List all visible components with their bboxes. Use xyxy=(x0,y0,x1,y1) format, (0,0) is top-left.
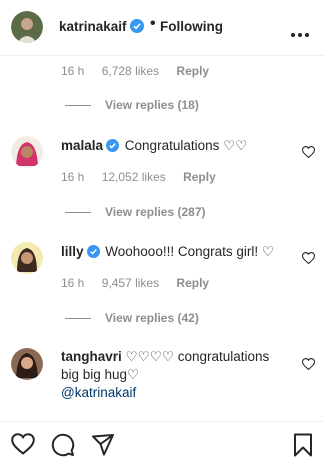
comment-username[interactable]: tanghavri xyxy=(61,349,122,364)
post-header: katrinakaif • Following xyxy=(0,0,324,56)
reply-button[interactable]: Reply xyxy=(176,276,209,290)
divider-line xyxy=(65,105,91,107)
more-options-icon[interactable] xyxy=(290,25,310,43)
comment-username[interactable]: malala xyxy=(61,138,103,153)
heart-outline-icon[interactable] xyxy=(11,433,35,460)
divider-line xyxy=(65,212,91,214)
comment-time: 16 h xyxy=(61,276,85,290)
divider-line xyxy=(65,318,91,320)
mention-link[interactable]: @katrinakaif xyxy=(61,385,136,400)
verified-badge-icon xyxy=(130,19,144,38)
action-bar xyxy=(0,421,324,469)
comment-body: malala Congratulations ♡♡ xyxy=(61,137,286,157)
comment-time: 16 h xyxy=(61,64,85,78)
comment-likes[interactable]: 12,052 likes xyxy=(102,170,166,184)
avatar[interactable] xyxy=(11,136,43,168)
comment-meta: 16 h 12,052 likes Reply xyxy=(61,170,230,184)
header-separator: • xyxy=(150,15,156,32)
verified-badge-icon xyxy=(86,245,100,263)
view-replies-label: View replies (42) xyxy=(105,311,199,325)
avatar[interactable] xyxy=(11,242,43,274)
author-avatar[interactable] xyxy=(11,11,43,43)
heart-outline-icon[interactable] xyxy=(301,357,316,375)
view-replies-button[interactable]: View replies (18) xyxy=(65,98,199,112)
comment-body: tanghavri ♡♡♡♡ congratulations big big h… xyxy=(61,348,286,402)
heart-outline-icon[interactable] xyxy=(301,251,316,269)
comment-body: lilly Woohooo!!! Congrats girl! ♡ xyxy=(61,243,286,263)
comment-meta: 16 h 6,728 likes Reply xyxy=(61,64,223,78)
view-replies-button[interactable]: View replies (287) xyxy=(65,205,206,219)
comment-username[interactable]: lilly xyxy=(61,244,84,259)
reply-button[interactable]: Reply xyxy=(183,170,216,184)
view-replies-label: View replies (287) xyxy=(105,205,206,219)
view-replies-button[interactable]: View replies (42) xyxy=(65,311,199,325)
view-replies-label: View replies (18) xyxy=(105,98,199,112)
comment-meta: 16 h 9,457 likes Reply xyxy=(61,276,223,290)
comment-likes[interactable]: 6,728 likes xyxy=(102,64,159,78)
comment-icon[interactable] xyxy=(51,433,75,462)
comment-time: 16 h xyxy=(61,170,85,184)
following-button[interactable]: Following xyxy=(160,19,223,34)
avatar[interactable] xyxy=(11,348,43,380)
verified-badge-icon xyxy=(106,139,120,157)
author-username[interactable]: katrinakaif xyxy=(59,19,127,34)
heart-outline-icon[interactable] xyxy=(301,145,316,163)
share-icon[interactable] xyxy=(91,433,115,462)
comment-text: Congratulations ♡♡ xyxy=(124,138,248,153)
comment-likes[interactable]: 9,457 likes xyxy=(102,276,159,290)
reply-button[interactable]: Reply xyxy=(176,64,209,78)
bookmark-icon[interactable] xyxy=(293,433,313,462)
comment-text: Woohooo!!! Congrats girl! ♡ xyxy=(105,244,274,259)
